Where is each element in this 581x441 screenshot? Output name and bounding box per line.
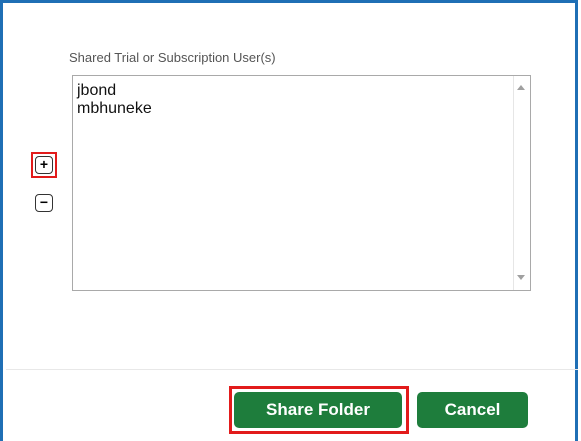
listbox-scrollbar[interactable] (513, 76, 530, 290)
scroll-up-arrow-icon[interactable] (517, 85, 525, 90)
minus-icon: − (39, 194, 49, 210)
remove-user-button[interactable]: − (35, 194, 53, 212)
shared-users-list: jbond mbhuneke (76, 82, 152, 118)
list-item[interactable]: mbhuneke (76, 100, 152, 118)
shared-users-label: Shared Trial or Subscription User(s) (69, 50, 276, 65)
list-item[interactable]: jbond (76, 82, 152, 100)
scroll-down-arrow-icon[interactable] (517, 275, 525, 280)
plus-icon: + (39, 156, 49, 172)
share-folder-button[interactable]: Share Folder (234, 392, 402, 428)
cancel-button[interactable]: Cancel (417, 392, 528, 428)
shared-users-listbox[interactable]: jbond mbhuneke (72, 75, 531, 291)
share-folder-dialog: Shared Trial or Subscription User(s) jbo… (0, 0, 578, 441)
add-user-button[interactable]: + (35, 156, 53, 174)
footer-divider (6, 369, 578, 370)
